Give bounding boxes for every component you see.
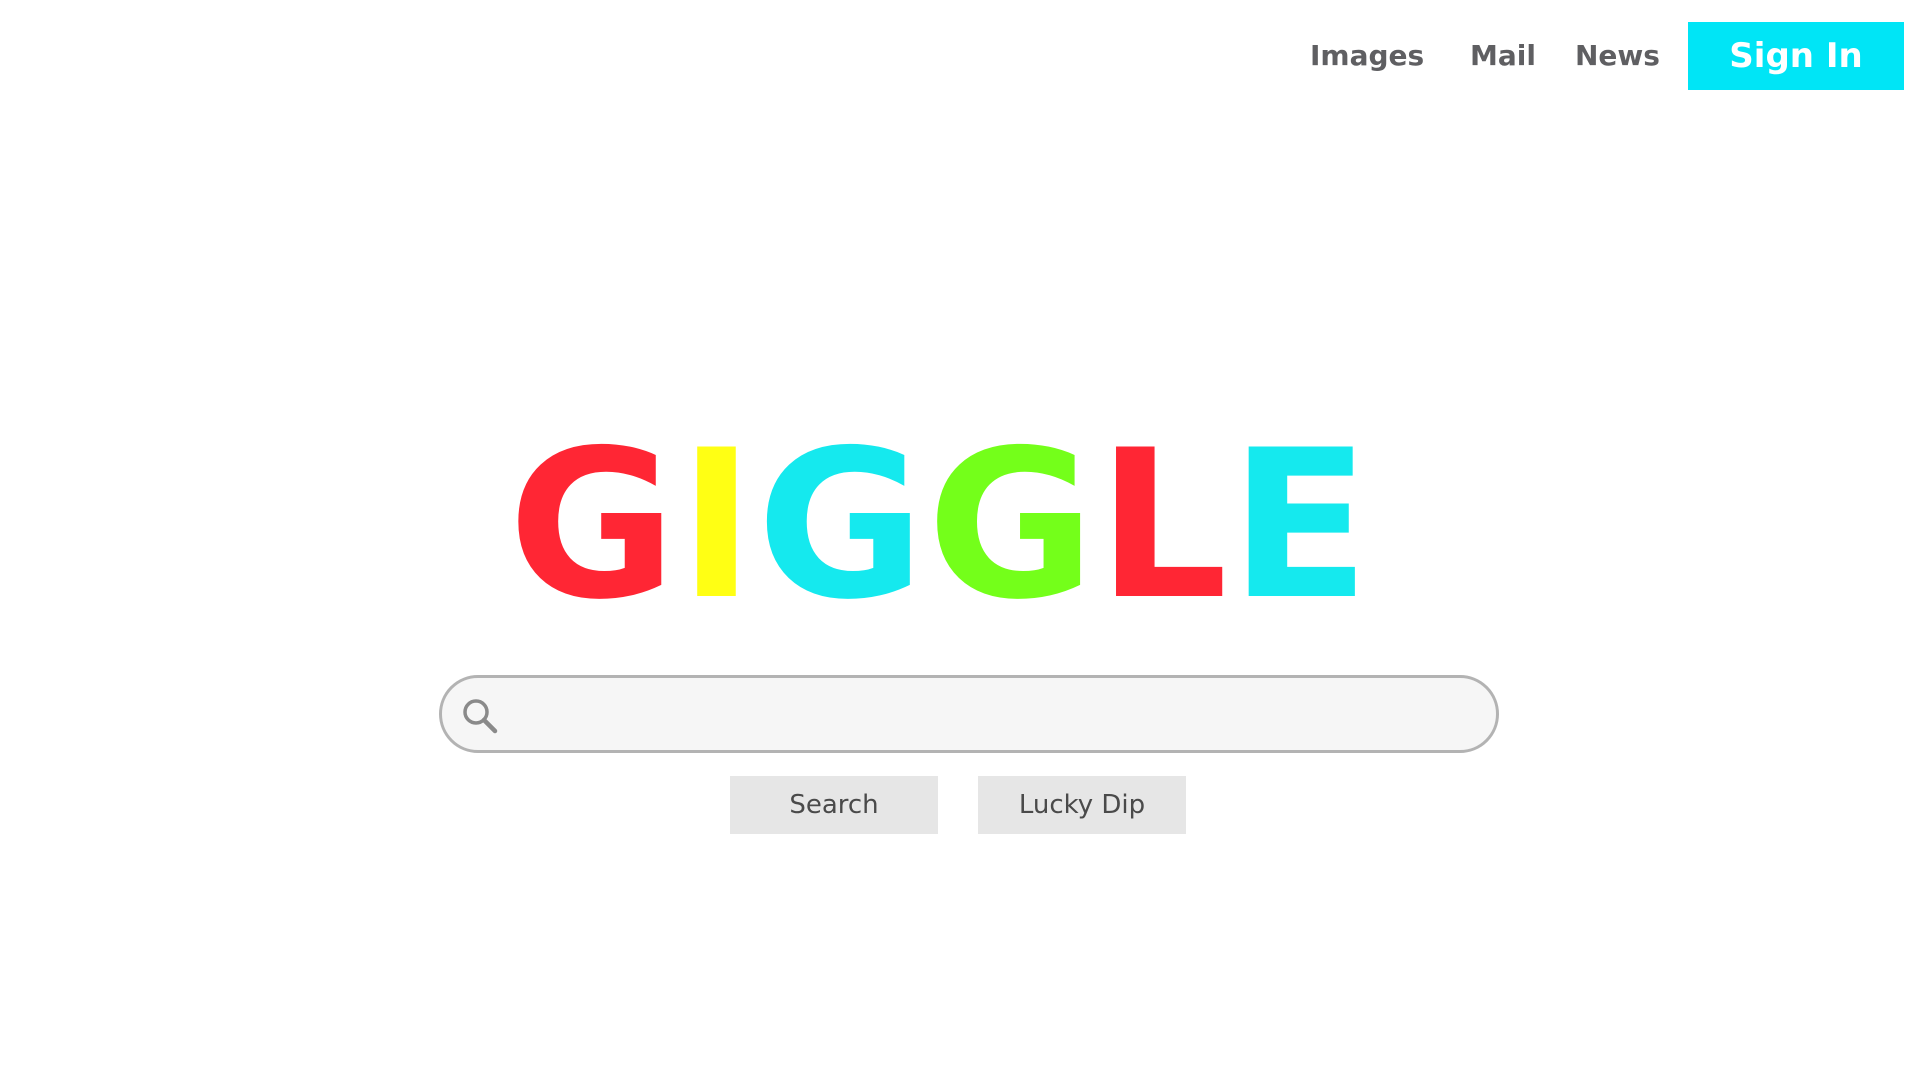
logo: G I G G L E <box>508 406 1370 645</box>
nav-link-news[interactable]: News <box>1575 38 1660 74</box>
lucky-dip-button[interactable]: Lucky Dip <box>978 776 1186 834</box>
logo-letter: G <box>756 406 927 645</box>
nav-link-images[interactable]: Images <box>1310 38 1424 74</box>
nav-link-mail[interactable]: Mail <box>1470 38 1536 74</box>
search-button[interactable]: Search <box>730 776 938 834</box>
sign-in-button[interactable]: Sign In <box>1688 22 1904 90</box>
search-icon <box>463 699 498 734</box>
logo-letter: G <box>508 406 679 645</box>
logo-letter: E <box>1229 406 1372 645</box>
search-input[interactable] <box>518 684 1482 746</box>
logo-letter: I <box>678 406 757 645</box>
search-bar[interactable] <box>439 675 1499 753</box>
logo-letter: G <box>926 406 1098 645</box>
logo-letter: L <box>1097 406 1230 645</box>
search-homepage: Images Mail News Sign In G I G G L E Sea… <box>0 0 1920 1080</box>
